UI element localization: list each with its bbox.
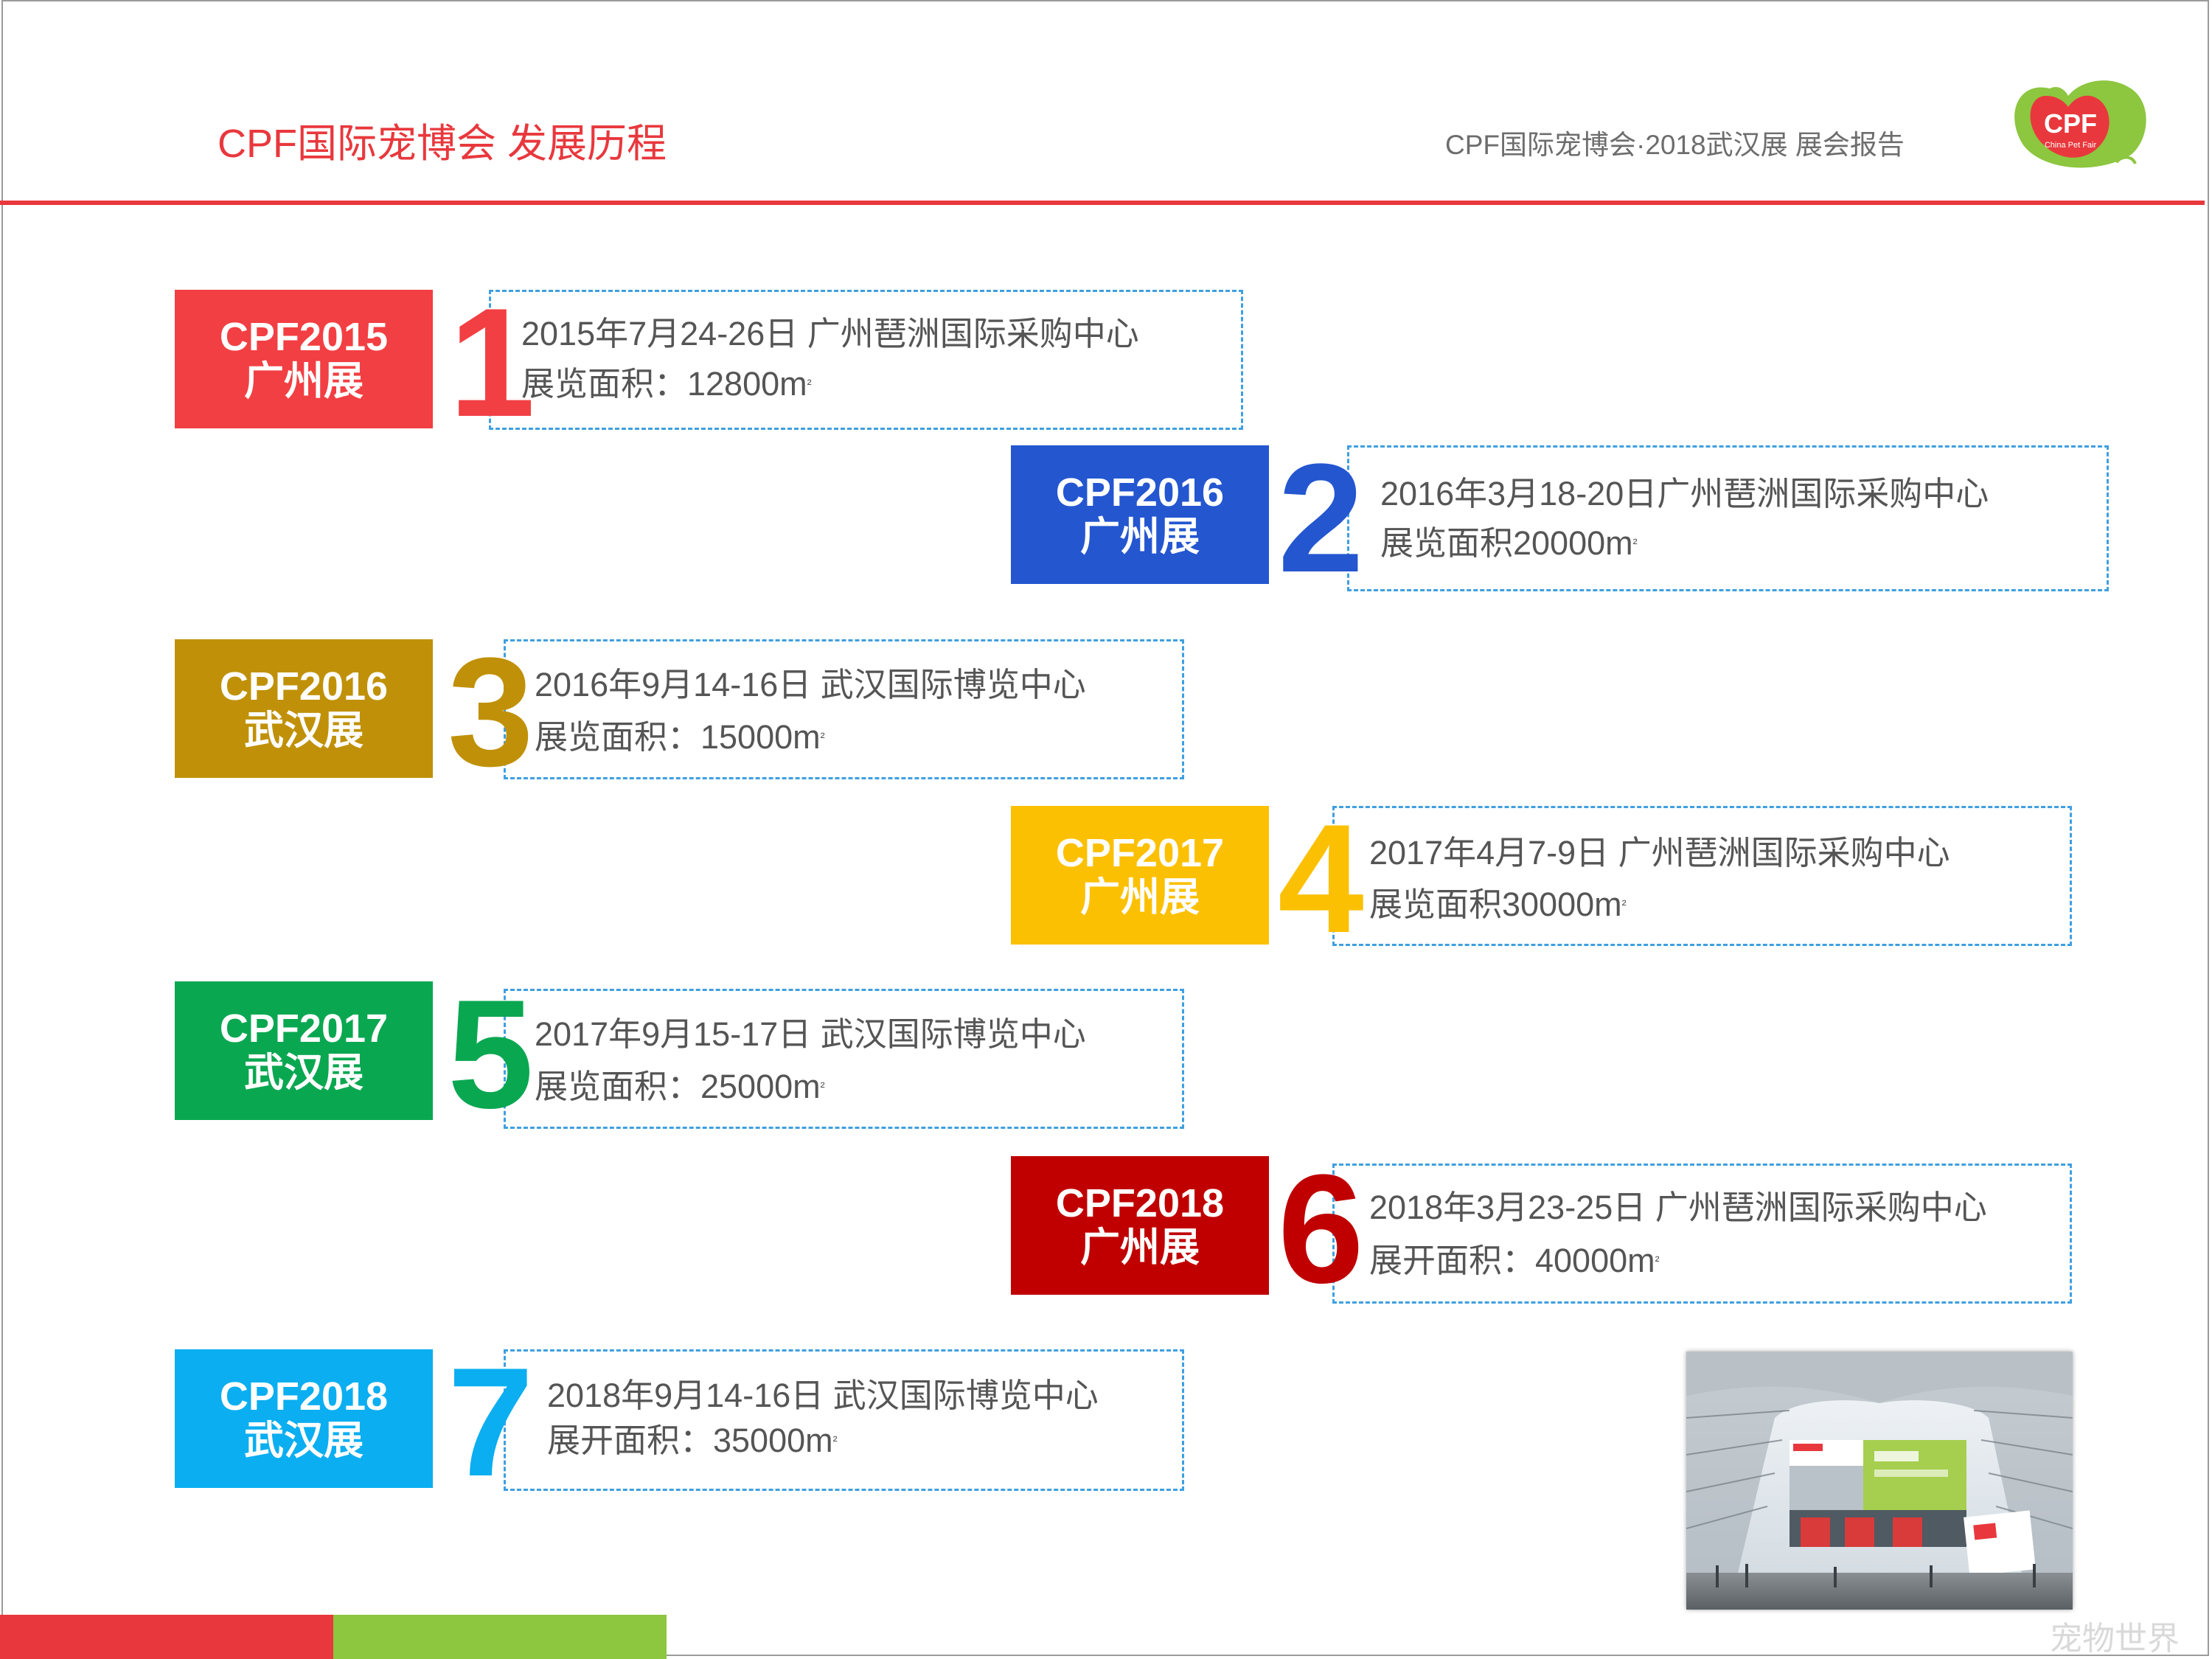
timeline-item-6: CPF2018 广州展 6 2018年3月23-25日 广州琶洲国际采购中心 展… xyxy=(1011,1152,2080,1307)
event-area: 展览面积30000m² xyxy=(1369,886,1627,923)
event-city: 武汉展 xyxy=(244,1419,364,1463)
timeline-item-3: CPF2016 武汉展 3 2016年9月14-16日 武汉国际博览中心 展览面… xyxy=(175,635,1192,790)
event-city: 广州展 xyxy=(1080,515,1200,559)
event-city: 武汉展 xyxy=(244,1051,364,1095)
watermark-text: 宠物世界 xyxy=(2050,1620,2180,1658)
event-label: CPF2016 广州展 xyxy=(1011,445,1269,584)
event-area: 展开面积：40000m² xyxy=(1369,1242,1660,1279)
page-title: CPF国际宠博会 发展历程 xyxy=(218,122,667,166)
cpf-logo: CPF China Pet Fair xyxy=(2014,80,2146,168)
event-date-venue: 2018年3月23-25日 广州琶洲国际采购中心 xyxy=(1369,1189,1987,1226)
event-number: 4 xyxy=(1278,792,1364,965)
event-date-venue: 2016年3月18-20日广州琶洲国际采购中心 xyxy=(1380,475,1989,512)
event-label: CPF2018 武汉展 xyxy=(175,1349,433,1488)
event-code: CPF2016 xyxy=(219,664,389,709)
event-label: CPF2015 广州展 xyxy=(175,290,433,428)
header-divider xyxy=(0,201,2205,205)
svg-text:CPF: CPF xyxy=(2044,108,2097,139)
event-code: CPF2016 xyxy=(1055,470,1225,515)
detail-box xyxy=(489,290,1243,430)
svg-text:China Pet Fair: China Pet Fair xyxy=(2045,141,2097,150)
event-area: 展览面积：25000m² xyxy=(535,1068,825,1105)
event-city: 广州展 xyxy=(1080,1225,1200,1270)
event-label: CPF2018 广州展 xyxy=(1011,1156,1269,1295)
detail-box xyxy=(1347,445,2109,591)
venue-photo-illustration xyxy=(1686,1352,2073,1610)
venue-photo xyxy=(1686,1352,2073,1610)
event-date-venue: 2017年4月7-9日 广州琶洲国际采购中心 xyxy=(1369,834,1950,872)
event-number: 6 xyxy=(1278,1142,1364,1315)
event-label: CPF2017 广州展 xyxy=(1011,806,1269,945)
event-area: 展览面积：15000m² xyxy=(535,718,825,756)
event-area: 展开面积：35000m² xyxy=(547,1422,838,1459)
event-code: CPF2018 xyxy=(1055,1181,1225,1225)
event-date-venue: 2015年7月24-26日 广州琶洲国际采购中心 xyxy=(521,315,1139,352)
report-title: CPF国际宠博会·2018武汉展 展会报告 xyxy=(1445,130,1905,160)
event-number: 5 xyxy=(448,967,534,1141)
event-number: 3 xyxy=(448,625,534,799)
event-city: 广州展 xyxy=(244,359,364,403)
timeline-item-7: CPF2018 武汉展 7 2018年9月14-16日 武汉国际博览中心 展开面… xyxy=(175,1345,1192,1500)
event-area: 展览面积：12800m² xyxy=(521,365,812,403)
event-date-venue: 2017年9月15-17日 武汉国际博览中心 xyxy=(535,1015,1086,1053)
event-label: CPF2017 武汉展 xyxy=(175,981,433,1120)
timeline-item-1: CPF2015 广州展 1 2015年7月24-26日 广州琶洲国际采购中心 展… xyxy=(175,285,1244,440)
footer-bar-red xyxy=(0,1615,333,1659)
timeline-item-2: CPF2016 广州展 2 2016年3月18-20日广州琶洲国际采购中心 展览… xyxy=(1011,441,2110,596)
event-code: CPF2015 xyxy=(219,315,389,359)
timeline-item-4: CPF2017 广州展 4 2017年4月7-9日 广州琶洲国际采购中心 展览面… xyxy=(1011,801,2080,956)
event-city: 广州展 xyxy=(1080,875,1200,919)
event-area: 展览面积20000m² xyxy=(1380,524,1638,562)
event-number: 7 xyxy=(448,1335,534,1509)
event-number: 2 xyxy=(1278,431,1364,605)
event-city: 武汉展 xyxy=(244,709,364,753)
event-code: CPF2017 xyxy=(1055,831,1225,875)
timeline-item-5: CPF2017 武汉展 5 2017年9月15-17日 武汉国际博览中心 展览面… xyxy=(175,977,1192,1132)
event-date-venue: 2018年9月14-16日 武汉国际博览中心 xyxy=(547,1377,1099,1414)
event-code: CPF2018 xyxy=(219,1374,389,1419)
event-code: CPF2017 xyxy=(219,1006,389,1051)
footer-bar-green xyxy=(333,1615,667,1659)
event-label: CPF2016 武汉展 xyxy=(175,639,433,778)
event-date-venue: 2016年9月14-16日 武汉国际博览中心 xyxy=(535,666,1086,703)
